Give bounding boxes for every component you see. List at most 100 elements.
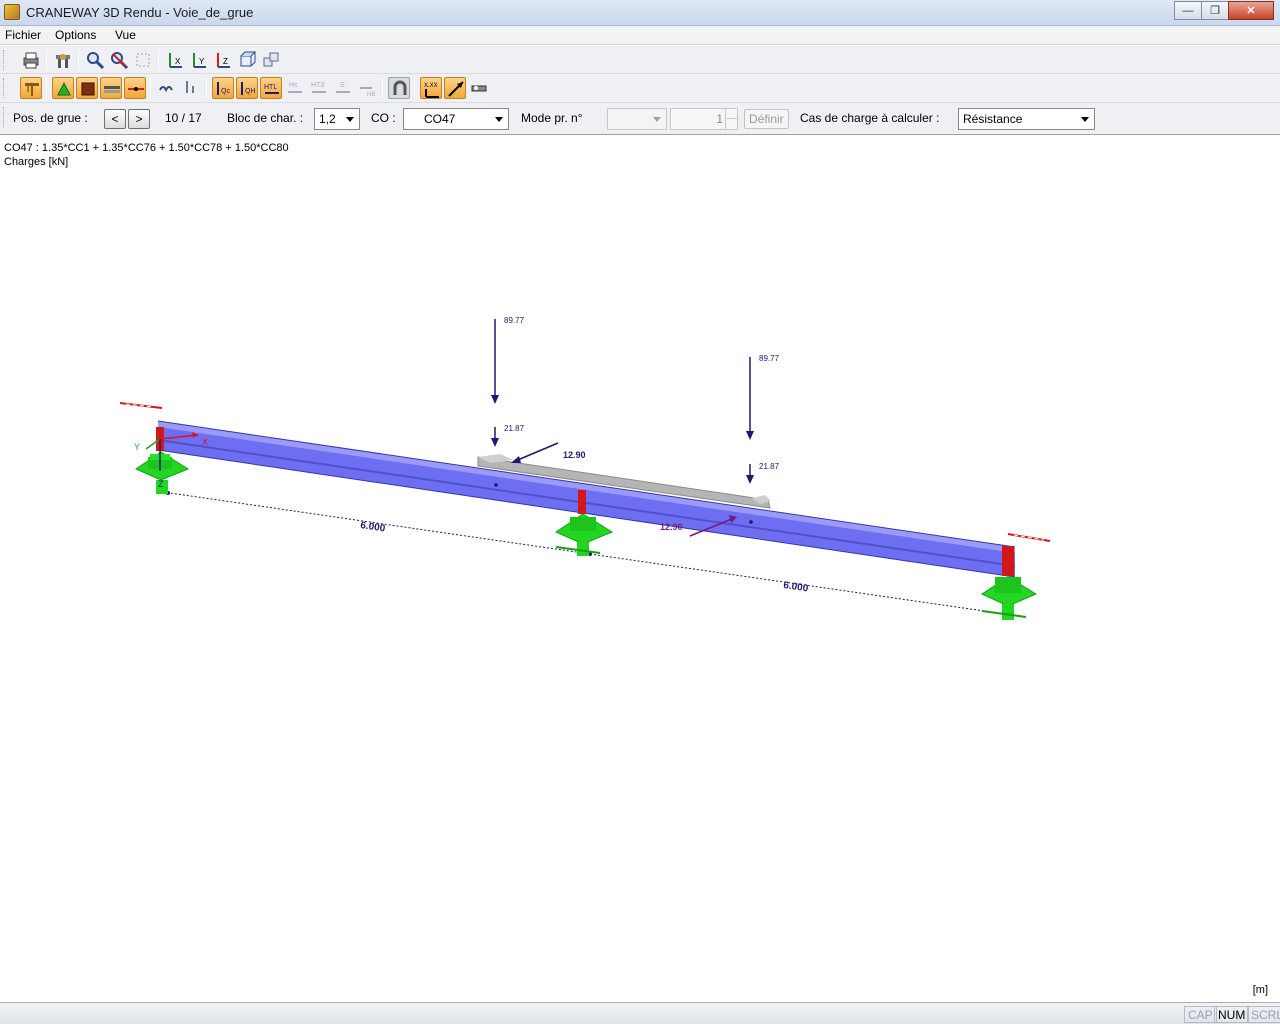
vertical-load-1-max: 89.77 xyxy=(504,316,525,325)
crane-position-value: 10 / 17 xyxy=(165,111,202,125)
axes-button[interactable]: X.XX xyxy=(420,77,442,99)
pan-button[interactable] xyxy=(132,49,154,71)
toolbar-view: X Y Z xyxy=(0,46,1280,74)
view-x-button[interactable]: X xyxy=(164,49,186,71)
unit-indicator: [m] xyxy=(1252,984,1268,996)
define-button[interactable]: Définir xyxy=(744,109,789,129)
vertical-load-1-min: 21.87 xyxy=(504,424,525,433)
svg-text:Hs: Hs xyxy=(289,82,298,89)
toolbar-grip[interactable] xyxy=(3,78,6,98)
spin-down-button[interactable] xyxy=(725,119,737,129)
view-y-icon: Y xyxy=(193,53,206,68)
zoom-icon xyxy=(87,52,105,70)
craneway-model[interactable]: 6.000 6.000 X Y Z 89.77 21.87 12.90 89.7… xyxy=(0,136,1280,1002)
zoom-all-icon xyxy=(111,52,129,70)
load-values-button[interactable] xyxy=(180,77,202,99)
show-supports-button[interactable] xyxy=(52,77,74,99)
load-qc-button[interactable]: Qc xyxy=(212,77,234,99)
chevron-down-icon xyxy=(495,117,503,122)
load-s-icon: S xyxy=(336,82,350,93)
x-axis-label: X xyxy=(202,437,208,447)
view-3d-button[interactable] xyxy=(260,49,282,71)
load-block-select[interactable]: 1,2 xyxy=(314,108,360,130)
close-icon: ✕ xyxy=(1246,5,1256,17)
view-iso-button[interactable] xyxy=(236,49,258,71)
view-z-button[interactable]: Z xyxy=(212,49,234,71)
load-hb-button: HB xyxy=(356,77,378,99)
chevron-down-icon xyxy=(346,117,354,122)
window-title: CRANEWAY 3D Rendu - Voie_de_grue xyxy=(26,5,254,20)
separator xyxy=(382,78,383,98)
chevron-down-icon xyxy=(1081,117,1089,122)
menu-options[interactable]: Options xyxy=(55,28,96,42)
zoom-button[interactable] xyxy=(84,49,106,71)
menu-fichier[interactable]: Fichier xyxy=(5,28,41,42)
render-viewport[interactable]: CO47 : 1.35*CC1 + 1.35*CC76 + 1.50*CC78 … xyxy=(0,136,1280,1002)
support-right xyxy=(980,576,1038,620)
support-middle xyxy=(554,513,614,556)
magnet-icon xyxy=(393,80,407,95)
prev-position-button[interactable]: < xyxy=(104,109,126,129)
show-dimensions-button[interactable] xyxy=(124,77,146,99)
spin-up-button[interactable] xyxy=(725,109,737,119)
restore-button[interactable]: ❐ xyxy=(1201,1,1229,20)
dimension-arrow-icon xyxy=(448,81,464,97)
isometric-icon xyxy=(240,51,257,67)
svg-text:HT3: HT3 xyxy=(311,82,324,89)
view-y-button[interactable]: Y xyxy=(188,49,210,71)
end-stop-right xyxy=(1007,533,1051,542)
load-qh-icon: QH xyxy=(241,82,256,95)
title-bar: CRANEWAY 3D Rendu - Voie_de_grue — ❐ ✕ xyxy=(0,0,1280,26)
load-qh-button[interactable]: QH xyxy=(236,77,258,99)
axes-icon: X.XX xyxy=(424,83,439,98)
svg-text:HTL: HTL xyxy=(264,84,277,91)
dimension-values-button[interactable] xyxy=(444,77,466,99)
toolbar-display: Qc QH HTL Hs HT3 S HB X.XX xyxy=(0,74,1280,103)
load-block-value: 1,2 xyxy=(319,112,336,126)
show-section-button[interactable] xyxy=(76,77,98,99)
show-crane-button[interactable] xyxy=(20,77,42,99)
span-1-label: 6.000 xyxy=(360,520,387,534)
crane-position-label: Pos. de grue : xyxy=(13,111,88,125)
load-htl-button[interactable]: HTL xyxy=(260,77,282,99)
render-settings-button[interactable] xyxy=(52,49,74,71)
next-position-button[interactable]: > xyxy=(128,109,150,129)
separator xyxy=(158,50,159,70)
print-button[interactable] xyxy=(20,49,42,71)
stiffener-right xyxy=(1002,546,1014,576)
magnet-button[interactable] xyxy=(388,77,410,99)
pan-icon xyxy=(136,53,150,67)
mode-select[interactable] xyxy=(607,108,667,130)
toolbar-grip[interactable] xyxy=(3,50,6,70)
zoom-all-button[interactable] xyxy=(108,49,130,71)
load-s-button: S xyxy=(332,77,354,99)
vertical-load-2-max: 89.77 xyxy=(759,354,780,363)
render-options-icon xyxy=(471,85,487,92)
combination-select[interactable]: CO47 xyxy=(403,108,509,130)
separator xyxy=(206,78,207,98)
z-axis-label: Z xyxy=(158,479,164,489)
app-icon xyxy=(4,4,20,20)
show-rail-button[interactable] xyxy=(100,77,122,99)
mode-number-spinner[interactable]: 1 xyxy=(670,108,738,130)
close-button[interactable]: ✕ xyxy=(1228,1,1274,20)
minimize-button[interactable]: — xyxy=(1174,1,1202,20)
svg-text:X.XX: X.XX xyxy=(424,83,438,89)
vertical-load-2-min: 21.87 xyxy=(759,462,780,471)
menu-vue[interactable]: Vue xyxy=(115,28,136,42)
window-controls: — ❐ ✕ xyxy=(1174,1,1274,20)
load-case-select[interactable]: Résistance xyxy=(958,108,1095,130)
render-options-button[interactable] xyxy=(468,77,490,99)
crane-render-icon xyxy=(56,54,70,68)
scroll-lock-indicator: SCRL xyxy=(1247,1006,1280,1023)
loads-button[interactable] xyxy=(156,77,178,99)
print-icon xyxy=(23,52,39,69)
combination-label: CO : xyxy=(371,111,396,125)
separator xyxy=(414,78,415,98)
toolbar-grip[interactable] xyxy=(3,107,6,127)
svg-text:Qc: Qc xyxy=(221,88,230,95)
svg-text:QH: QH xyxy=(245,88,256,95)
horizontal-load-1: 12.90 xyxy=(563,450,586,460)
status-bar: CAP NUM SCRL xyxy=(0,1002,1280,1024)
svg-text:HB: HB xyxy=(367,92,375,98)
